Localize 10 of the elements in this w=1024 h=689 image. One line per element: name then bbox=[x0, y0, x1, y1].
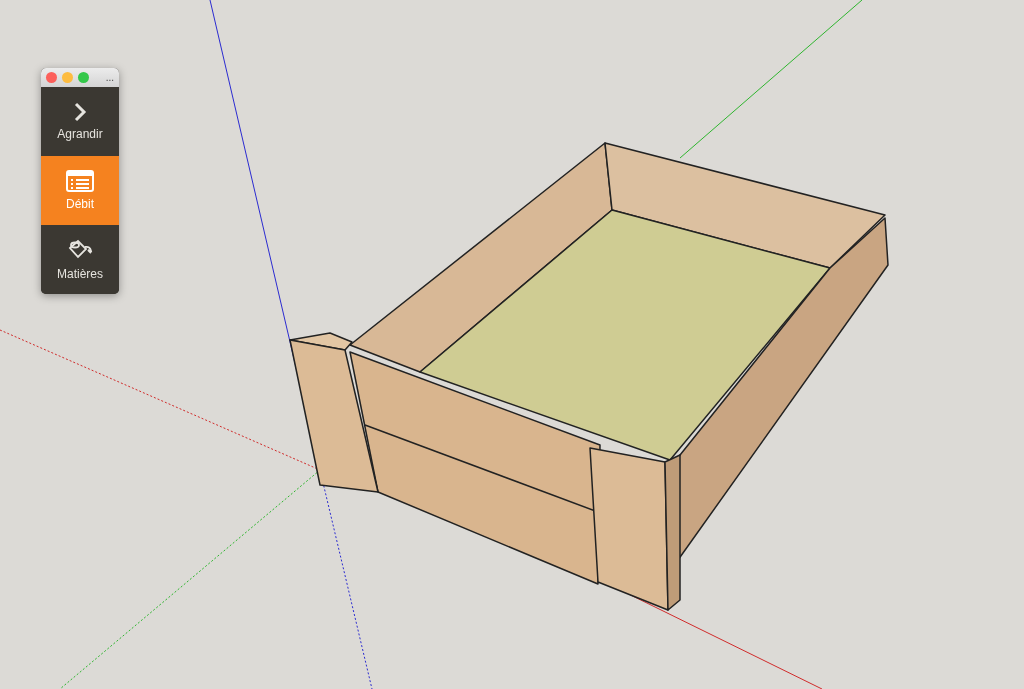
zoom-button[interactable] bbox=[78, 72, 89, 83]
modeling-canvas[interactable]: ... Agrandir Débit Matières bbox=[0, 0, 1024, 689]
list-icon bbox=[66, 170, 94, 192]
more-menu[interactable]: ... bbox=[105, 72, 114, 83]
wooden-box-drawing[interactable] bbox=[289, 142, 889, 611]
close-button[interactable] bbox=[46, 72, 57, 83]
minimize-button[interactable] bbox=[62, 72, 73, 83]
panel-tool-button[interactable]: Agrandir bbox=[41, 87, 119, 156]
chevron-right-icon bbox=[73, 102, 87, 122]
panel-tool-button[interactable]: Matières bbox=[41, 225, 119, 294]
